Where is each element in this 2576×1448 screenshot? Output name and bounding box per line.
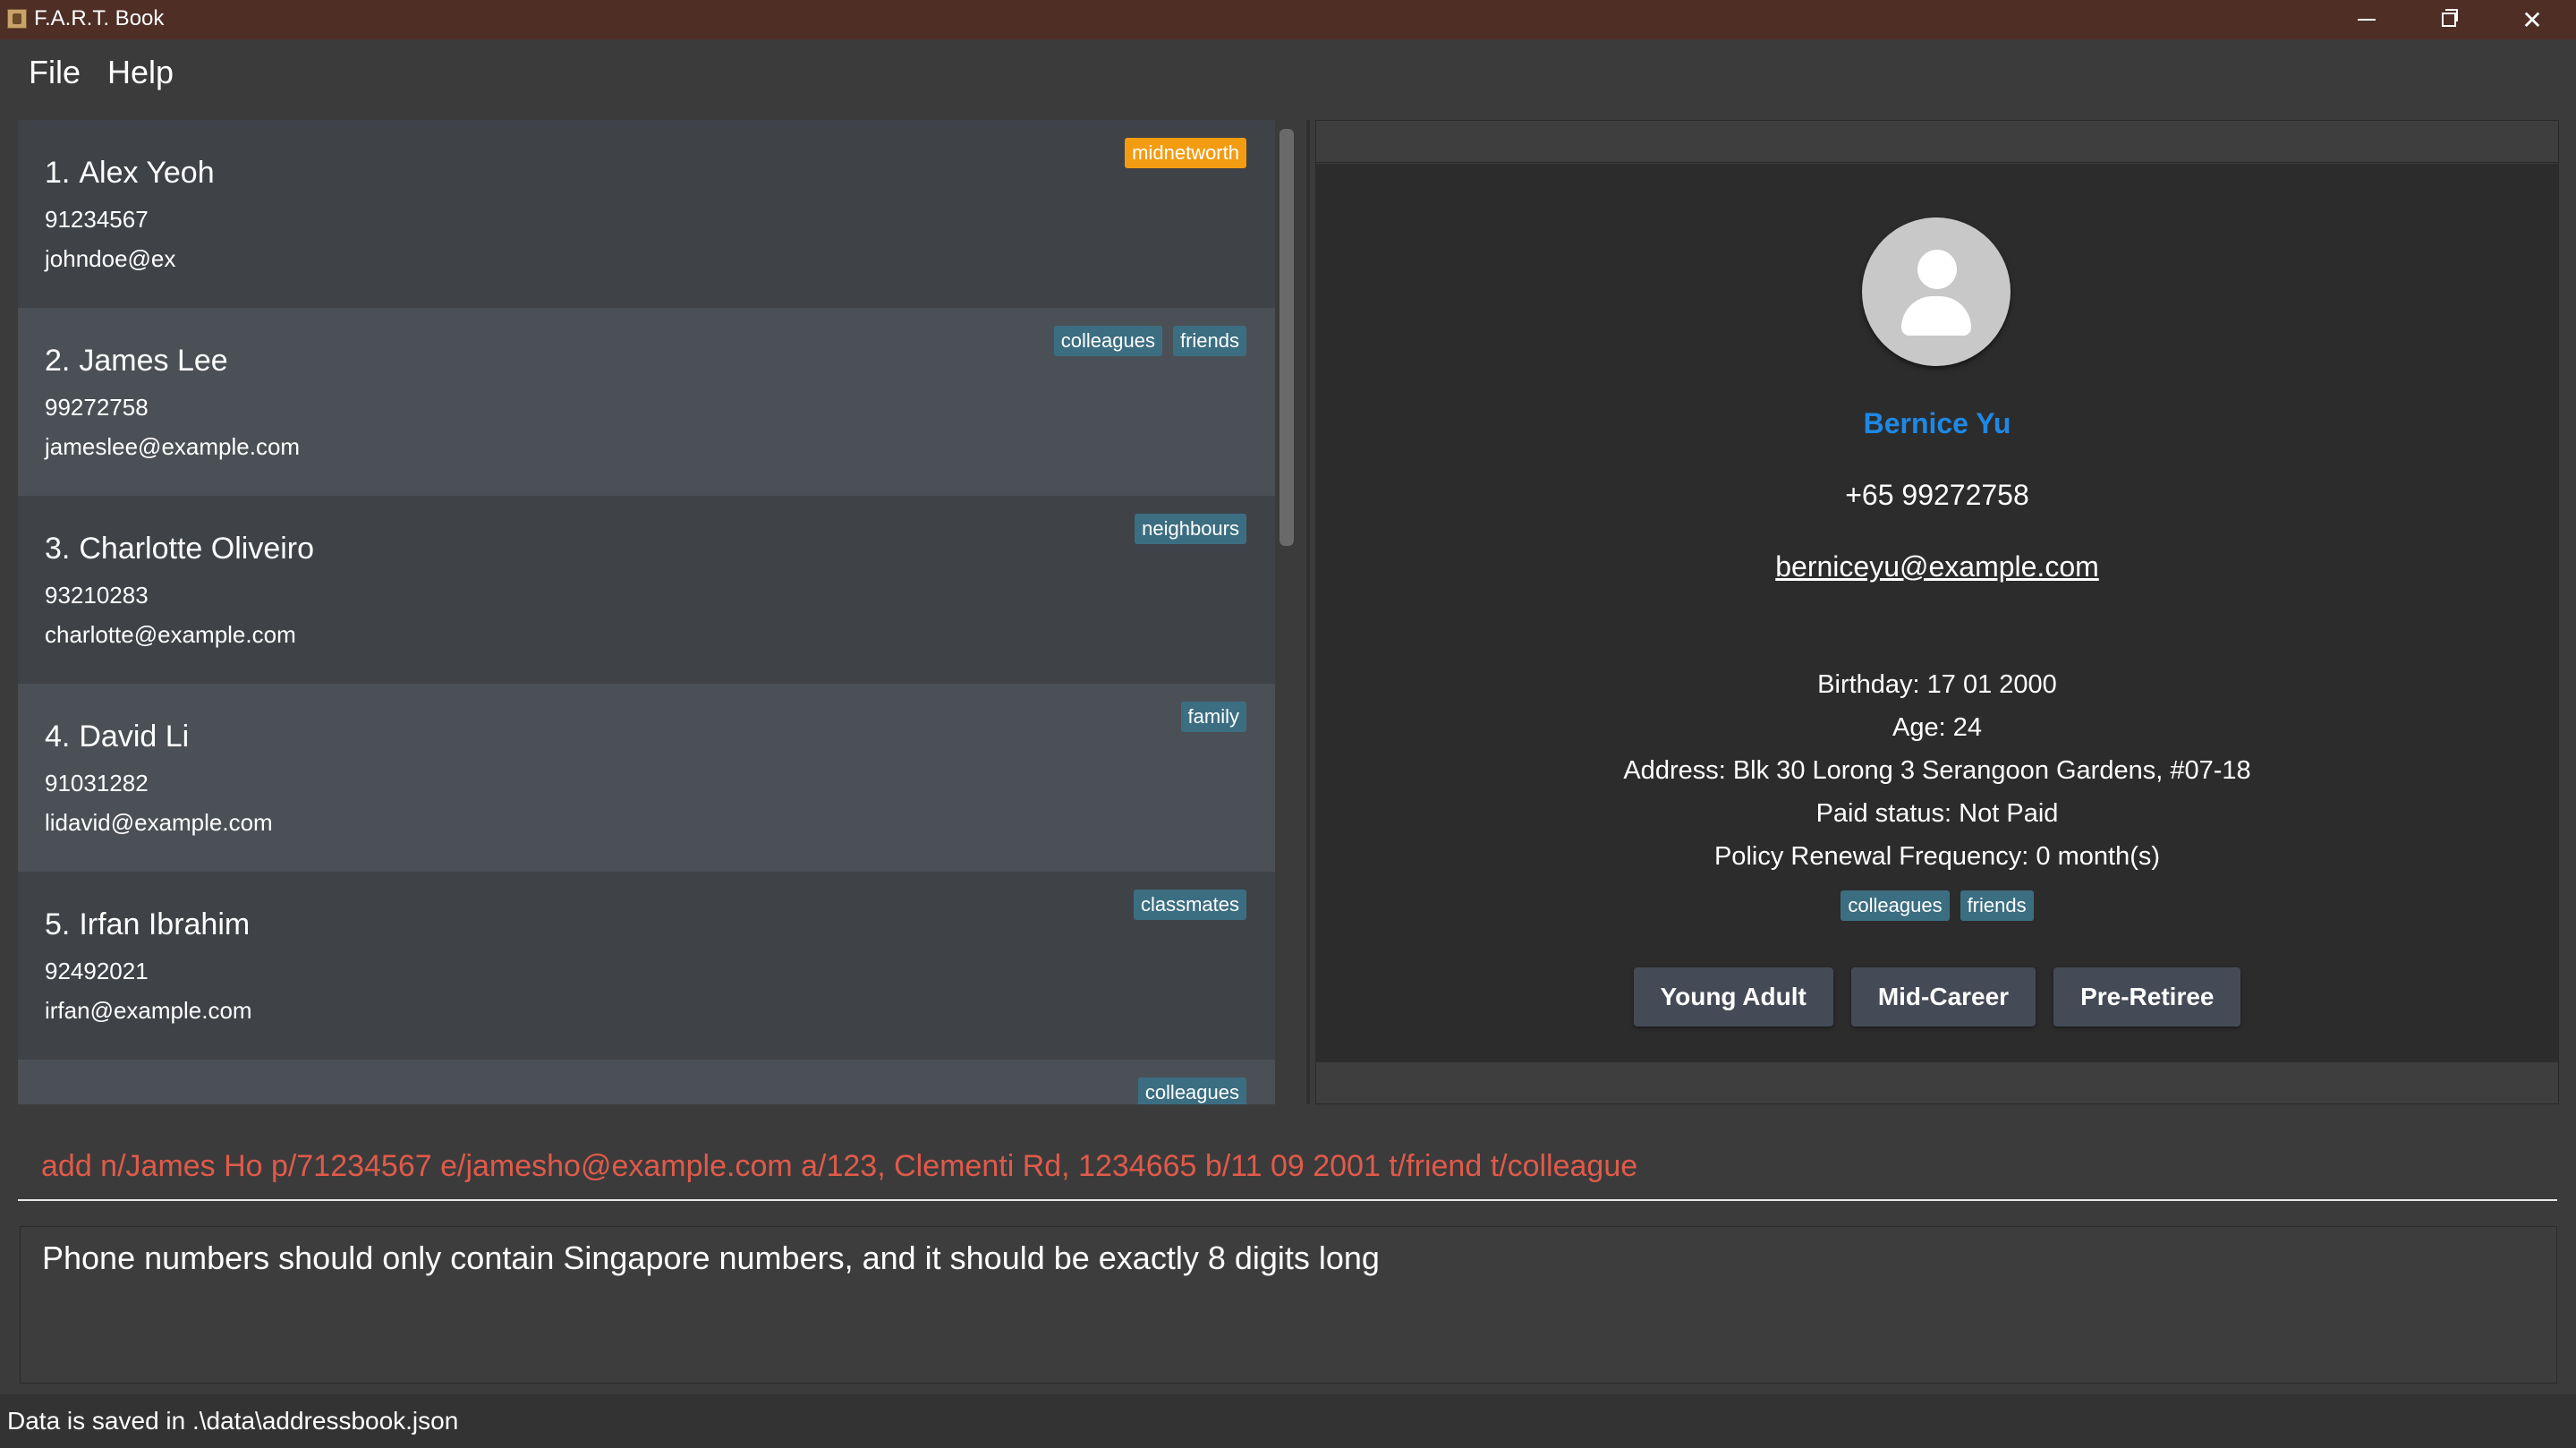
person-name: 3. Charlotte Oliveiro bbox=[45, 532, 314, 566]
person-name-text: Alex Yeoh bbox=[79, 156, 215, 190]
tag: colleagues bbox=[1841, 890, 1950, 921]
person-card[interactable]: colleagues bbox=[18, 1060, 1275, 1104]
detail-footer bbox=[1316, 1062, 2558, 1103]
command-underline bbox=[18, 1199, 2557, 1201]
mid-career-button[interactable]: Mid-Career bbox=[1850, 967, 2036, 1026]
minimize-icon bbox=[2358, 19, 2376, 21]
menu-file[interactable]: File bbox=[29, 54, 81, 91]
detail-name: Bernice Yu bbox=[1863, 407, 2011, 439]
detail-email[interactable]: berniceyu@example.com bbox=[1316, 550, 2558, 583]
person-card[interactable]: 5. Irfan Ibrahim 92492021 irfan@example.c… bbox=[18, 872, 1275, 1060]
person-name: 4. David Li bbox=[45, 720, 189, 754]
person-name: 1. Alex Yeoh bbox=[45, 156, 215, 191]
person-email: jameslee@example.com bbox=[45, 433, 301, 460]
detail-age: Age: 24 bbox=[1892, 713, 1982, 742]
person-name: 2. James Lee bbox=[45, 344, 228, 379]
detail-header bbox=[1316, 121, 2558, 163]
scroll-thumb[interactable] bbox=[1279, 129, 1294, 546]
person-name: 5. Irfan Ibrahim bbox=[45, 907, 250, 942]
person-index: 1. bbox=[45, 156, 71, 190]
menu-bar: File Help bbox=[0, 39, 2576, 107]
restore-icon bbox=[2442, 9, 2458, 27]
command-input[interactable]: add n/James Ho p/71234567 e/jamesho@exam… bbox=[41, 1149, 1637, 1184]
command-box[interactable]: add n/James Ho p/71234567 e/jamesho@exam… bbox=[0, 1122, 2576, 1205]
minimize-button[interactable] bbox=[2326, 0, 2407, 39]
detail-body: Bernice Yu +65 99272758 berniceyu@exampl… bbox=[1316, 164, 2558, 1064]
person-email: charlotte@example.com bbox=[45, 621, 296, 648]
tag: colleagues bbox=[1137, 1077, 1246, 1104]
young-adult-button[interactable]: Young Adult bbox=[1633, 967, 1833, 1026]
list-scrollbar[interactable] bbox=[1278, 125, 1296, 1101]
person-name-text: David Li bbox=[79, 720, 190, 754]
person-phone: 93210283 bbox=[45, 582, 149, 609]
tag: colleagues bbox=[1053, 326, 1162, 356]
tag: family bbox=[1180, 702, 1246, 732]
close-icon: ✕ bbox=[2521, 5, 2543, 34]
detail-address: Address: Blk 30 Lorong 3 Serangoon Garde… bbox=[1623, 756, 2251, 785]
tag: classmates bbox=[1133, 890, 1246, 920]
person-tags: colleagues friends bbox=[1053, 326, 1246, 356]
person-index: 5. bbox=[45, 907, 71, 941]
person-card[interactable]: 4. David Li 91031282 lidavid@example.com … bbox=[18, 684, 1275, 872]
person-list: 1. Alex Yeoh 91234567 johndoe@ex midnetwo… bbox=[18, 120, 1275, 1104]
life-stage-buttons: Young Adult Mid-Career Pre-Retiree bbox=[1316, 967, 2558, 1026]
person-phone: 92492021 bbox=[45, 958, 149, 984]
person-tags: classmates bbox=[1133, 890, 1246, 920]
split-divider[interactable] bbox=[1306, 120, 1310, 1104]
title-bar: F.A.R.T. Book ✕ bbox=[0, 0, 2576, 39]
tag: friends bbox=[1172, 326, 1246, 356]
person-email: irfan@example.com bbox=[45, 997, 252, 1024]
person-card[interactable]: 1. Alex Yeoh 91234567 johndoe@ex midnetwo… bbox=[18, 120, 1275, 308]
person-card[interactable]: 3. Charlotte Oliveiro 93210283 charlotte@… bbox=[18, 496, 1275, 684]
tag: midnetworth bbox=[1125, 138, 1246, 168]
person-phone: 99272758 bbox=[45, 394, 149, 421]
close-button[interactable]: ✕ bbox=[2492, 0, 2572, 39]
person-name-text: James Lee bbox=[79, 344, 228, 378]
window-title: F.A.R.T. Book bbox=[34, 6, 165, 30]
person-name-text: Irfan Ibrahim bbox=[79, 907, 251, 941]
detail-renewal-frequency: Policy Renewal Frequency: 0 month(s) bbox=[1713, 842, 2161, 871]
person-tags: colleagues bbox=[1137, 1077, 1246, 1104]
detail-paid-status: Paid status: Not Paid bbox=[1815, 799, 2059, 828]
person-index: 2. bbox=[45, 344, 71, 378]
status-bar: Data is saved in .\data\addressbook.json bbox=[0, 1394, 2576, 1448]
restore-button[interactable] bbox=[2409, 0, 2489, 39]
detail-phone: +65 99272758 bbox=[1845, 479, 2029, 511]
person-tags: neighbours bbox=[1135, 514, 1246, 544]
person-name-text: Charlotte Oliveiro bbox=[79, 532, 315, 566]
result-display[interactable]: Phone numbers should only contain Singap… bbox=[20, 1226, 2557, 1384]
person-email: lidavid@example.com bbox=[45, 809, 273, 836]
avatar-head-icon bbox=[1917, 250, 1957, 289]
detail-birthday: Birthday: 17 01 2000 bbox=[1817, 670, 2057, 699]
person-email: johndoe@ex bbox=[45, 245, 176, 272]
avatar-body-icon bbox=[1901, 296, 1971, 336]
person-card[interactable]: 2. James Lee 99272758 jameslee@example.co… bbox=[18, 308, 1275, 496]
tag: friends bbox=[1960, 890, 2034, 921]
save-location-text: Data is saved in .\data\addressbook.json bbox=[7, 1407, 459, 1435]
person-phone: 91234567 bbox=[45, 206, 149, 233]
app-icon bbox=[7, 9, 27, 29]
person-index: 3. bbox=[45, 532, 71, 566]
person-index: 4. bbox=[45, 720, 71, 754]
pre-retiree-button[interactable]: Pre-Retiree bbox=[2053, 967, 2241, 1026]
person-detail-panel: Bernice Yu +65 99272758 berniceyu@exampl… bbox=[1315, 120, 2559, 1104]
person-tags: family bbox=[1180, 702, 1246, 732]
tag: neighbours bbox=[1135, 514, 1246, 544]
person-phone: 91031282 bbox=[45, 770, 149, 796]
person-tags: midnetworth bbox=[1125, 138, 1246, 168]
menu-help[interactable]: Help bbox=[107, 54, 174, 91]
avatar bbox=[1862, 217, 2011, 366]
result-message: Phone numbers should only contain Singap… bbox=[42, 1239, 1380, 1276]
detail-tags: colleagues friends bbox=[1316, 890, 2558, 921]
